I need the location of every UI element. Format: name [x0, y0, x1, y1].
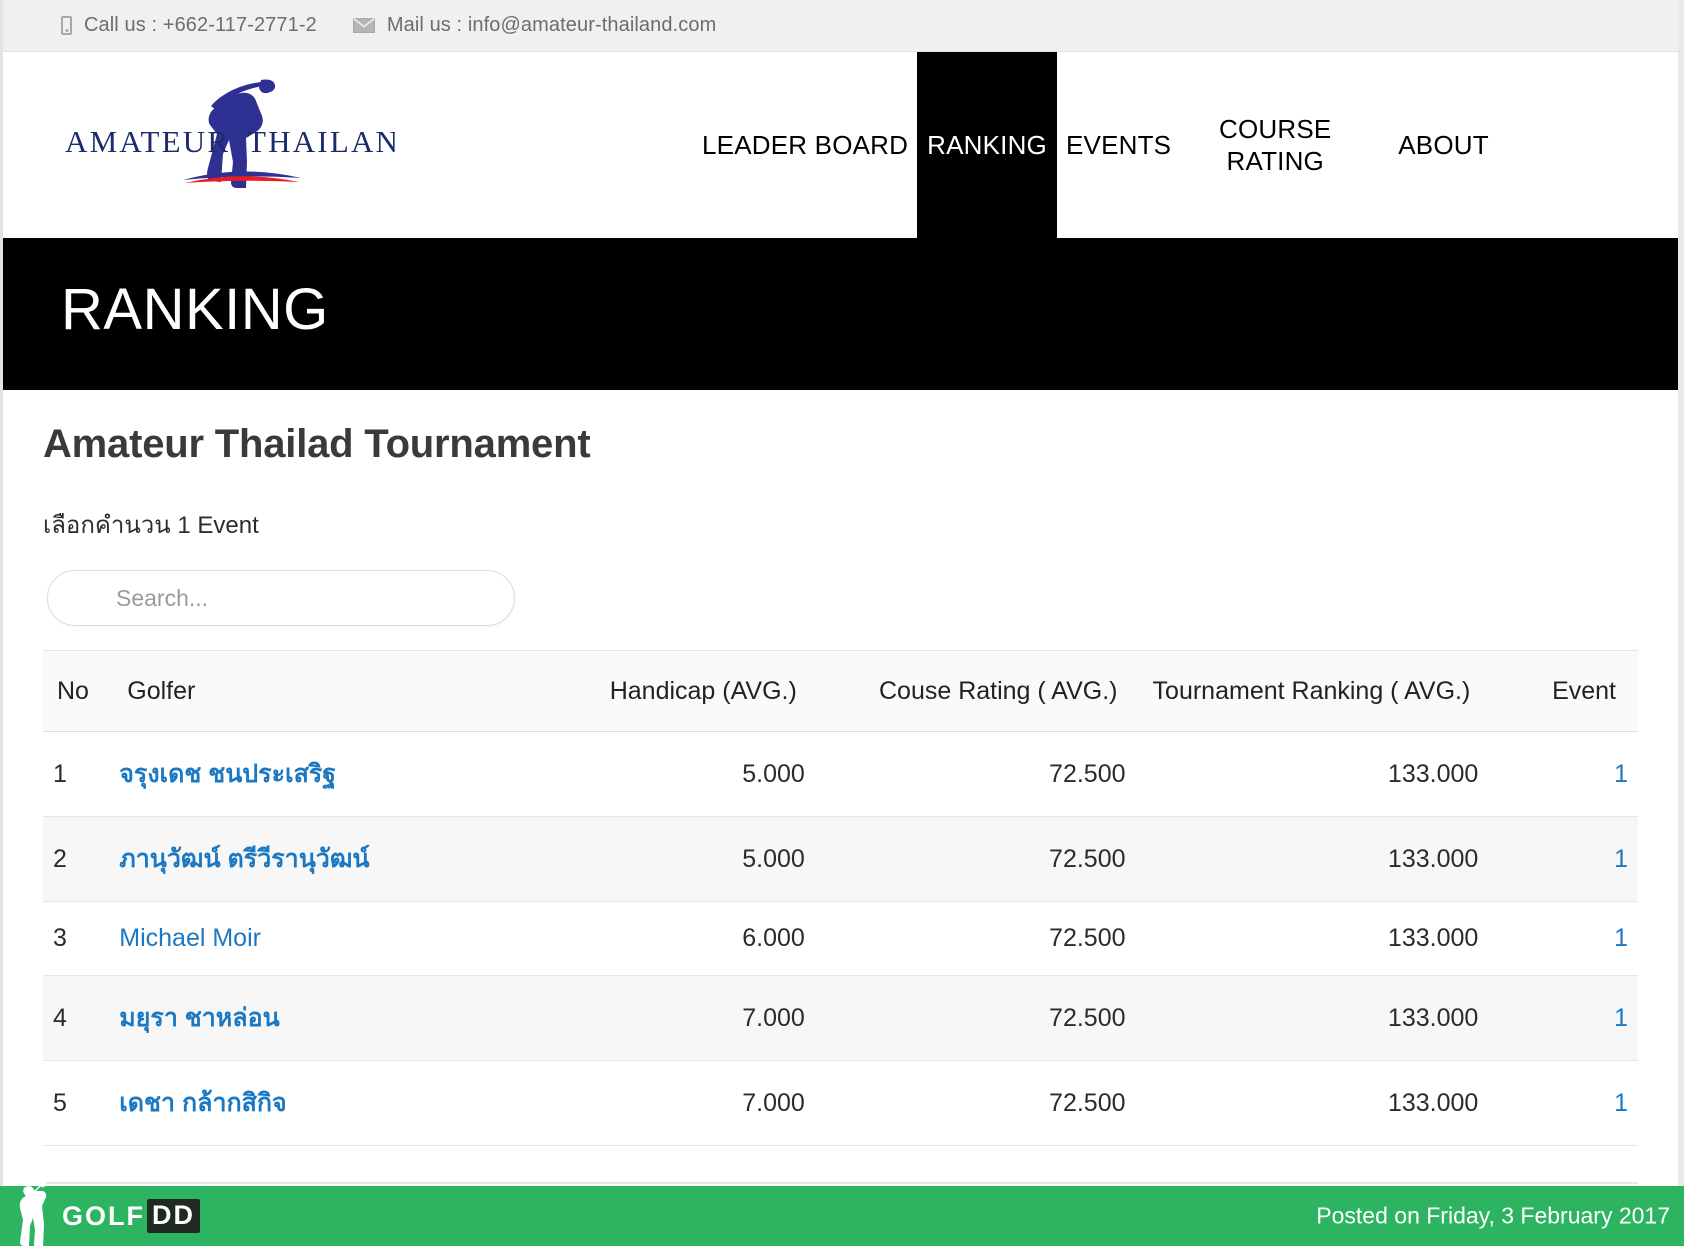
- site-header: AMATEUR THAILAND LEADER BOARD RANKING EV…: [3, 52, 1678, 238]
- cell-no: 5: [43, 1060, 110, 1147]
- column-header-tournament-ranking[interactable]: Tournament Ranking ( AVG.): [1135, 649, 1489, 733]
- golfer-link[interactable]: Michael Moir: [119, 924, 261, 952]
- logo-text-thailand: THAILAND: [247, 124, 395, 159]
- nav-item-about[interactable]: ABOUT: [1370, 52, 1517, 238]
- column-header-course-rating[interactable]: Couse Rating ( AVG.): [814, 649, 1136, 733]
- ranking-table-body: 1 จรุงเดช ชนประเสริฐ 5.000 72.500 133.000 1 2 ภ…: [43, 731, 1638, 1147]
- ranking-table-head: No Golfer Handicap (AVG.) Couse Rating (…: [43, 649, 1638, 733]
- column-header-no[interactable]: No: [43, 649, 110, 733]
- page-title: RANKING: [61, 277, 329, 342]
- phone-text: Call us : +662-117-2771-2: [84, 14, 317, 36]
- main-navigation: LEADER BOARD RANKING EVENTS COURSE RATIN…: [693, 52, 1517, 238]
- mail-text: Mail us : info@amateur-thailand.com: [386, 14, 717, 36]
- golfer-link[interactable]: จรุงเดช ชนประเสริฐ: [119, 760, 336, 788]
- cell-handicap: 5.000: [494, 816, 815, 903]
- cell-course-rating: 72.500: [814, 975, 1136, 1062]
- phone-icon: [61, 16, 72, 35]
- cell-handicap: 7.000: [494, 1060, 815, 1147]
- site-logo[interactable]: AMATEUR THAILAND: [65, 70, 395, 190]
- main-content: Amateur Thailad Tournament เลือกคำนวน 1 …: [3, 390, 1678, 1186]
- contact-group: Call us : +662-117-2771-2 Mail us : info…: [61, 14, 716, 37]
- posted-date: Posted on Friday, 3 February 2017: [1316, 1202, 1670, 1229]
- cell-no: 1: [43, 731, 110, 818]
- mail-icon: [352, 18, 375, 33]
- cell-no: 3: [43, 901, 110, 977]
- column-header-golfer[interactable]: Golfer: [109, 649, 495, 733]
- golfdd-logo-golf: GOLF: [62, 1200, 145, 1231]
- golfer-link[interactable]: ภานุวัฒน์ ตรีวีรานุวัฒน์: [119, 845, 369, 873]
- event-count-note: เลือกคำนวน 1 Event: [43, 512, 259, 539]
- cell-course-rating: 72.500: [814, 1060, 1136, 1147]
- event-count-link[interactable]: 1: [1614, 760, 1628, 788]
- contact-phone[interactable]: Call us : +662-117-2771-2: [61, 14, 317, 37]
- cell-course-rating: 72.500: [814, 731, 1136, 818]
- cell-handicap: 6.000: [494, 901, 815, 977]
- nav-item-events[interactable]: EVENTS: [1057, 52, 1180, 238]
- cell-handicap: 5.000: [494, 731, 815, 818]
- cell-golfer: มยุรา ชาหล่อน: [109, 975, 495, 1062]
- column-header-handicap[interactable]: Handicap (AVG.): [494, 649, 815, 733]
- table-row: 2 ภานุวัฒน์ ตรีวีรานุวัฒน์ 5.000 72.500 133.…: [43, 816, 1638, 903]
- nav-item-course-rating[interactable]: COURSE RATING: [1180, 52, 1370, 238]
- cell-course-rating: 72.500: [814, 901, 1136, 977]
- cell-event: 1: [1488, 816, 1638, 903]
- page-gutter-right: [1678, 0, 1684, 1186]
- cell-tournament-ranking: 133.000: [1135, 901, 1489, 977]
- search-input[interactable]: [47, 570, 515, 626]
- golfer-link[interactable]: มยุรา ชาหล่อน: [119, 1004, 279, 1032]
- column-header-event[interactable]: Event: [1488, 649, 1638, 733]
- cell-handicap: 7.000: [494, 975, 815, 1062]
- nav-item-ranking[interactable]: RANKING: [917, 52, 1057, 238]
- cell-golfer: เดชา กล้ากสิกิจ: [109, 1060, 495, 1147]
- cell-no: 4: [43, 975, 110, 1062]
- table-row: 1 จรุงเดช ชนประเสริฐ 5.000 72.500 133.000 1: [43, 731, 1638, 818]
- top-contact-bar: Call us : +662-117-2771-2 Mail us : info…: [3, 0, 1678, 52]
- page-root: Call us : +662-117-2771-2 Mail us : info…: [0, 0, 1684, 1246]
- contact-mail[interactable]: Mail us : info@amateur-thailand.com: [352, 14, 717, 37]
- cell-tournament-ranking: 133.000: [1135, 731, 1489, 818]
- footer-divider: [46, 1182, 1638, 1184]
- cell-tournament-ranking: 133.000: [1135, 816, 1489, 903]
- table-header-row: No Golfer Handicap (AVG.) Couse Rating (…: [43, 649, 1638, 733]
- logo-text-amateur: AMATEUR: [65, 124, 230, 159]
- cell-event: 1: [1488, 731, 1638, 818]
- site-footer: GOLF DD Posted on Friday, 3 February 201…: [0, 1182, 1684, 1246]
- cell-golfer: ภานุวัฒน์ ตรีวีรานุวัฒน์: [109, 816, 495, 903]
- cell-golfer: จรุงเดช ชนประเสริฐ: [109, 731, 495, 818]
- search-container: [47, 570, 1638, 626]
- cell-event: 1: [1488, 901, 1638, 977]
- cell-golfer: Michael Moir: [109, 901, 495, 977]
- golfdd-logo-dd: DD: [147, 1199, 200, 1233]
- table-row: 5 เดชา กล้ากสิกิจ 7.000 72.500 133.000 1: [43, 1060, 1638, 1147]
- cell-no: 2: [43, 816, 110, 903]
- golfdd-logo[interactable]: GOLF DD: [62, 1199, 200, 1233]
- event-count-link[interactable]: 1: [1614, 924, 1628, 952]
- cell-tournament-ranking: 133.000: [1135, 1060, 1489, 1147]
- table-row: 4 มยุรา ชาหล่อน 7.000 72.500 133.000 1: [43, 975, 1638, 1062]
- cell-event: 1: [1488, 1060, 1638, 1147]
- tournament-heading: Amateur Thailad Tournament: [43, 422, 591, 466]
- golfer-swing-icon: [8, 1182, 54, 1246]
- ranking-table: No Golfer Handicap (AVG.) Couse Rating (…: [43, 649, 1638, 1147]
- cell-event: 1: [1488, 975, 1638, 1062]
- golfer-link[interactable]: เดชา กล้ากสิกิจ: [119, 1089, 286, 1117]
- event-count-link[interactable]: 1: [1614, 1004, 1628, 1032]
- page-banner: RANKING: [3, 238, 1678, 390]
- event-count-link[interactable]: 1: [1614, 845, 1628, 873]
- cell-course-rating: 72.500: [814, 816, 1136, 903]
- table-row: 3 Michael Moir 6.000 72.500 133.000 1: [43, 901, 1638, 977]
- event-count-link[interactable]: 1: [1614, 1089, 1628, 1117]
- cell-tournament-ranking: 133.000: [1135, 975, 1489, 1062]
- nav-item-leader-board[interactable]: LEADER BOARD: [693, 52, 917, 238]
